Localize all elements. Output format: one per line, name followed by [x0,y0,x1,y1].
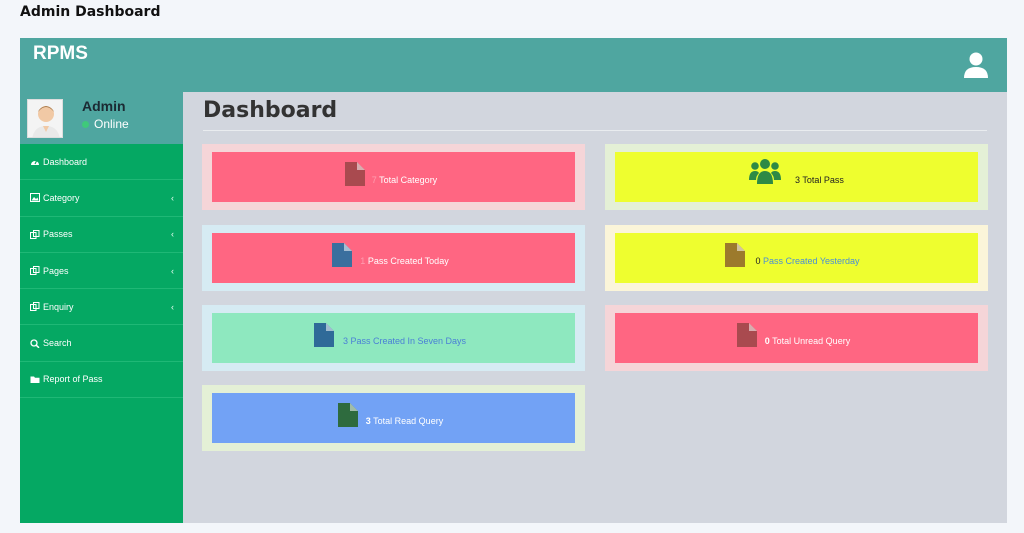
sidebar-item-label: Enquiry [43,301,74,312]
sidebar-item-search[interactable]: Search [20,325,183,362]
online-status-icon [82,121,89,128]
copy-icon [30,302,40,312]
sidebar-item-label: Passes [43,229,73,240]
page-heading: Admin Dashboard [20,4,161,20]
stat-count: 7 [371,175,377,185]
stat-card-total-pass[interactable]: 3 Total Pass [605,144,988,210]
stat-card-total-category[interactable]: 7 Total Category [202,144,585,210]
sidebar: Admin Online Dashboard Category ‹ Passes… [20,92,183,523]
chevron-left-icon: ‹ [171,229,174,240]
stat-card-pass-created-in-seven-days[interactable]: 3 Pass Created In Seven Days [202,305,585,371]
stat-label: Total Pass [802,175,844,185]
dashboard-icon [31,159,39,166]
sidebar-item-label: Report of Pass [43,374,103,385]
sidebar-item-pages[interactable]: Pages ‹ [20,253,183,290]
sidebar-item-category[interactable]: Category ‹ [20,180,183,217]
brand-logo[interactable]: RPMS [33,43,88,65]
sidebar-item-dashboard[interactable]: Dashboard [20,144,183,181]
sidebar-item-enquiry[interactable]: Enquiry ‹ [20,289,183,326]
stat-label: Pass Created Today [367,256,449,266]
avatar-image [28,100,62,137]
stat-card-total-unread-query[interactable]: 0 Total Unread Query [605,305,988,371]
image-icon [30,193,40,203]
stat-count: 3 [342,336,348,346]
stat-count: 1 [360,256,366,266]
copy-icon [30,229,40,239]
stat-card-body: 0 Total Unread Query [615,313,978,363]
sidebar-menu: Dashboard Category ‹ Passes ‹ Pages ‹ En… [20,144,183,399]
title-divider [203,130,987,131]
file-icon [314,323,334,347]
stat-count: 3 [365,416,371,426]
sidebar-item-passes[interactable]: Passes ‹ [20,217,183,253]
folder-icon [30,376,40,383]
stat-card-body: 1 Pass Created Today [212,233,575,283]
search-icon [30,338,40,348]
avatar [27,99,63,138]
stat-label: Total Read Query [373,416,444,426]
stat-count: 3 [795,175,801,185]
sidebar-item-report-of-pass[interactable]: Report of Pass [20,362,183,399]
stat-card-total-read-query[interactable]: 3 Total Read Query [202,385,585,451]
file-icon [332,243,352,267]
app-window: RPMS Admin Online Dashboard Category ‹ P… [20,38,1007,523]
stat-label: Total Unread Query [772,336,851,346]
user-name: Admin [82,98,126,114]
stat-label: Total Category [379,175,438,185]
stat-count: 0 [764,336,770,346]
user-status-label: Online [94,117,129,131]
file-icon [345,162,365,186]
stat-card-pass-created-yesterday[interactable]: 0 Pass Created Yesterday [605,225,988,291]
stat-label: Pass Created Yesterday [762,256,860,266]
chevron-left-icon: ‹ [171,265,174,276]
stat-count: 0 [755,256,761,266]
stat-label: Pass Created In Seven Days [350,336,467,346]
sidebar-item-label: Search [43,338,72,349]
user-status: Online [82,117,129,131]
stat-card-pass-created-today[interactable]: 1 Pass Created Today [202,225,585,291]
sidebar-item-label: Dashboard [43,156,88,167]
file-icon [338,403,358,427]
stat-card-body: 3 Pass Created In Seven Days [212,313,575,363]
stat-card-body: 3 Total Read Query [212,393,575,443]
top-navbar: RPMS [20,38,1007,92]
chevron-left-icon: ‹ [171,192,174,203]
stat-card-body: 3 Total Pass [615,152,978,202]
chevron-left-icon: ‹ [171,301,174,312]
file-icon [725,243,745,267]
sidebar-item-label: Category [43,192,80,203]
user-icon[interactable] [962,51,990,79]
copy-icon [30,266,40,276]
users-icon [749,159,781,184]
page-title: Dashboard [203,98,338,123]
user-panel: Admin Online [20,92,183,144]
file-icon [737,323,757,347]
stat-card-body: 7 Total Category [212,152,575,202]
sidebar-item-label: Pages [43,265,69,276]
stat-card-body: 0 Pass Created Yesterday [615,233,978,283]
main-content: Dashboard 7 Total Category 3 Total Pass [183,92,1007,523]
